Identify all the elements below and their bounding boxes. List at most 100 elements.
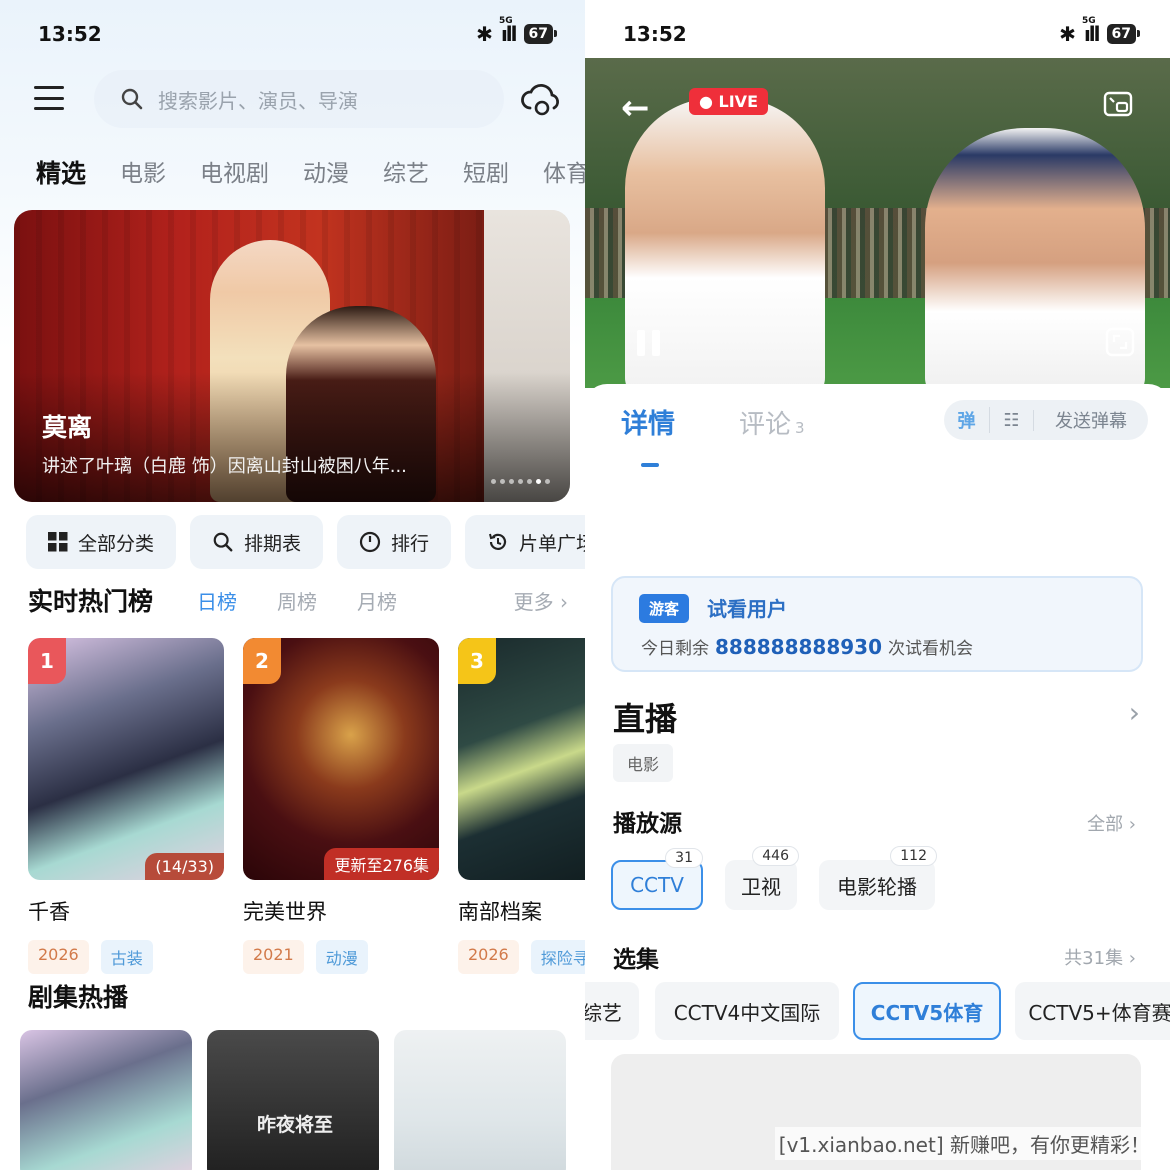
item-title: 千香 xyxy=(28,900,70,924)
trial-card: 游客 试看用户 今日剩余 888888888930 次试看机会 xyxy=(611,576,1143,672)
live-badge: ● LIVE xyxy=(689,88,768,115)
drama-poster-text: 昨夜将至 xyxy=(257,1114,334,1136)
banner-title: 莫离 xyxy=(42,413,93,442)
tab-variety[interactable]: 综艺 xyxy=(383,154,429,190)
battery-icon: 67 xyxy=(1106,24,1141,44)
drama-poster-2[interactable]: 昨夜将至 xyxy=(207,1030,379,1170)
danmu-bar: 弹 ☷ 发送弹幕 xyxy=(944,400,1148,440)
playlist-plaza-button[interactable]: 片单广场 xyxy=(465,515,585,569)
drama-poster-3[interactable] xyxy=(394,1030,566,1170)
rank-badge: 2 xyxy=(243,638,281,684)
source-count: 112 xyxy=(890,846,937,866)
status-time: 13:52 xyxy=(38,22,102,46)
search-icon xyxy=(121,88,143,110)
source-cctv[interactable]: CCTV 31 xyxy=(611,848,703,910)
tab-sports[interactable]: 体育 xyxy=(543,154,585,190)
battery-icon: 67 xyxy=(523,24,558,44)
sources-title: 播放源 xyxy=(613,811,682,837)
bluetooth-icon: ✱ xyxy=(1059,22,1076,46)
episode-item[interactable]: 综艺 xyxy=(585,982,639,1040)
danmu-settings-icon[interactable]: ☷ xyxy=(990,409,1034,431)
trial-count: 888888888930 xyxy=(715,635,882,659)
fullscreen-icon[interactable] xyxy=(1104,326,1136,358)
bluetooth-icon: ✱ xyxy=(476,22,493,46)
hot-item-3[interactable]: 3 南部档案 2026 探险寻宝 xyxy=(458,638,585,974)
status-time: 13:52 xyxy=(623,22,687,46)
tab-featured[interactable]: 精选 xyxy=(36,154,86,190)
poster: 3 xyxy=(458,638,585,880)
drama-section-title: 剧集热播 xyxy=(28,983,129,1012)
ranking-button[interactable]: 排行 xyxy=(337,515,452,569)
chevron-right-icon[interactable]: › xyxy=(1129,696,1140,729)
year-tag: 2026 xyxy=(28,940,89,974)
item-title: 完美世界 xyxy=(243,900,327,924)
episode-item[interactable]: CCTV4中文国际 xyxy=(655,982,839,1040)
live-title: 直播 xyxy=(613,700,678,738)
tab-monthly[interactable]: 月榜 xyxy=(357,586,397,615)
tab-weekly[interactable]: 周榜 xyxy=(277,586,317,615)
more-link[interactable]: 更多 › xyxy=(514,586,568,615)
source-movie-loop[interactable]: 电影轮播 112 xyxy=(819,846,937,910)
poster: 1 (14/33) xyxy=(28,638,224,880)
poster: 2 更新至276集 xyxy=(243,638,439,880)
hot-list-header: 实时热门榜 日榜 周榜 月榜 更多 › xyxy=(28,582,568,618)
detail-tabs: 详情 评论 3 xyxy=(621,402,805,467)
schedule-button[interactable]: 排期表 xyxy=(190,515,324,569)
hot-list-title: 实时热门榜 xyxy=(28,587,154,616)
category-tabs: 精选 电影 电视剧 动漫 综艺 短剧 体育 xyxy=(36,154,585,190)
tab-anime[interactable]: 动漫 xyxy=(303,154,349,190)
progress-tag: 更新至276集 xyxy=(324,848,439,880)
drama-poster-1[interactable] xyxy=(20,1030,192,1170)
featured-banner[interactable]: 莫离 讲述了叶璃（白鹿 饰）因离山封山被困八年... xyxy=(14,210,570,502)
all-sources-link[interactable]: 全部 › xyxy=(1087,810,1136,836)
search-placeholder: 搜索影片、演员、导演 xyxy=(158,88,358,113)
genre-tag: 古装 xyxy=(100,940,153,974)
episodes-total[interactable]: 共31集 › xyxy=(1064,944,1136,970)
signal-icon: 5G ıll xyxy=(1081,16,1101,46)
genre-tag: 探险寻宝 xyxy=(530,940,585,974)
pause-icon[interactable] xyxy=(637,330,663,356)
cloud-sync-icon[interactable] xyxy=(520,78,564,120)
source-satellite[interactable]: 卫视 446 xyxy=(725,846,799,910)
clock-icon xyxy=(359,531,381,553)
hot-item-1[interactable]: 1 (14/33) 千香 2026 古装 xyxy=(28,638,224,974)
menu-icon[interactable] xyxy=(34,86,64,110)
history-icon xyxy=(489,533,507,550)
tab-details[interactable]: 详情 xyxy=(621,402,675,467)
send-danmu-button[interactable]: 发送弹幕 xyxy=(1034,407,1148,433)
detail-sheet: 详情 评论 3 弹 ☷ 发送弹幕 游客 试看用户 今日剩余 88888888893… xyxy=(585,384,1170,1170)
guest-badge: 游客 xyxy=(639,594,690,623)
grid-icon xyxy=(48,532,68,552)
source-count: 31 xyxy=(665,848,703,868)
banner-description: 讲述了叶璃（白鹿 饰）因离山封山被困八年... xyxy=(42,456,407,477)
search-input[interactable]: 搜索影片、演员、导演 xyxy=(94,70,504,128)
quick-actions: 全部分类 排期表 排行 片单广场 xyxy=(26,515,585,569)
progress-tag: (14/33) xyxy=(145,853,224,880)
watermark-text: [v1.xianbao.net] 新赚吧，有你更精彩！ xyxy=(774,1127,1154,1160)
tab-movies[interactable]: 电影 xyxy=(120,154,166,190)
episode-item[interactable]: CCTV5+体育赛事 xyxy=(1015,982,1170,1040)
tab-tv-series[interactable]: 电视剧 xyxy=(200,154,269,190)
source-count: 446 xyxy=(752,846,799,866)
carousel-dots xyxy=(491,479,550,484)
tab-daily[interactable]: 日榜 xyxy=(197,586,237,615)
hot-item-2[interactable]: 2 更新至276集 完美世界 2021 动漫 xyxy=(243,638,439,974)
danmu-toggle[interactable]: 弹 xyxy=(944,407,990,433)
status-bar: 13:52 ✱ 5G ıll 67 xyxy=(623,16,1141,50)
tab-comments[interactable]: 评论 3 xyxy=(739,404,805,441)
genre-tag: 动漫 xyxy=(315,940,368,974)
back-arrow-icon[interactable]: ← xyxy=(621,88,650,128)
video-player[interactable]: ← ● LIVE xyxy=(585,58,1170,388)
year-tag: 2026 xyxy=(458,940,519,974)
all-categories-button[interactable]: 全部分类 xyxy=(26,515,177,569)
player-screen: 13:52 ✱ 5G ıll 67 ← ● LIVE 详情 评论 3 弹 ☷ 发送弹… xyxy=(585,0,1170,1170)
picture-in-picture-icon[interactable] xyxy=(1102,88,1134,120)
live-tag: 电影 xyxy=(613,744,674,782)
rank-badge: 3 xyxy=(458,638,496,684)
trial-title: 试看用户 xyxy=(707,597,787,621)
status-bar: 13:52 ✱ 5G ıll 67 xyxy=(38,16,558,50)
rank-badge: 1 xyxy=(28,638,66,684)
tab-short-drama[interactable]: 短剧 xyxy=(463,154,509,190)
home-screen: 13:52 ✱ 5G ıll 67 搜索影片、演员、导演 精选 电影 电视剧 动漫… xyxy=(0,0,585,1170)
episode-item-selected[interactable]: CCTV5体育 xyxy=(853,982,1001,1040)
